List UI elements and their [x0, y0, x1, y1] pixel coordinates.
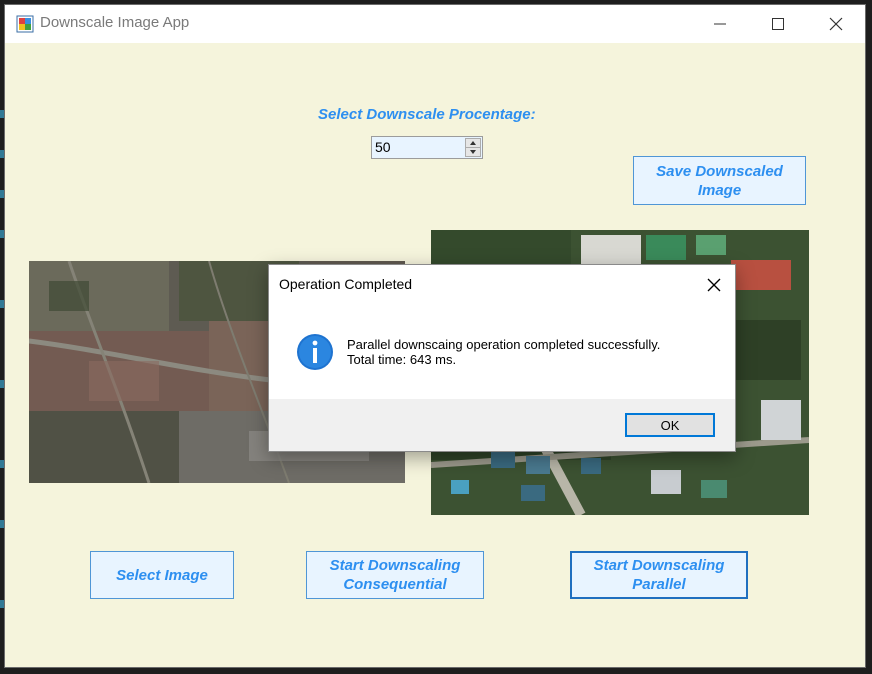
consequential-line2: Consequential [343, 576, 447, 593]
save-button-line1: Save Downscaled [656, 162, 783, 180]
window-title: Downscale Image App [40, 14, 190, 31]
save-downscaled-button[interactable]: Save Downscaled Image [633, 156, 806, 205]
ok-button[interactable]: OK [625, 413, 715, 437]
minimize-icon [714, 23, 726, 25]
minimize-button[interactable] [691, 5, 749, 43]
chevron-down-icon [470, 150, 476, 154]
dialog-message-line2: Total time: 643 ms. [347, 352, 457, 367]
maximize-button[interactable] [749, 5, 807, 43]
info-icon [297, 334, 333, 370]
parallel-line2: Parallel [632, 576, 686, 593]
percentage-stepper[interactable]: 50 [371, 136, 483, 159]
dialog-close-button[interactable] [701, 273, 727, 297]
dialog-footer: OK [269, 399, 735, 451]
parallel-line1: Start Downscaling [593, 557, 725, 574]
maximize-icon [772, 18, 784, 30]
dialog-message-line1: Parallel downscaing operation completed … [347, 337, 661, 352]
dialog-title: Operation Completed [279, 276, 413, 292]
stepper-down-button[interactable] [465, 147, 481, 157]
title-bar: Downscale Image App [5, 5, 865, 43]
close-icon [829, 17, 843, 31]
percentage-label: Select Downscale Procentage: [318, 106, 536, 123]
operation-completed-dialog: Operation Completed Parallel downscaing … [268, 264, 736, 452]
dialog-message: Parallel downscaing operation completed … [347, 337, 660, 367]
close-icon [707, 278, 721, 292]
start-consequential-button[interactable]: Start Downscaling Consequential [306, 551, 484, 599]
select-image-button[interactable]: Select Image [90, 551, 234, 599]
app-icon [16, 15, 34, 33]
percentage-value[interactable]: 50 [375, 139, 391, 155]
select-image-label: Select Image [116, 566, 208, 584]
consequential-line1: Start Downscaling [329, 557, 461, 574]
start-parallel-button[interactable]: Start Downscaling Parallel [570, 551, 748, 599]
save-button-line2: Image [697, 181, 742, 199]
close-button[interactable] [807, 5, 865, 43]
chevron-up-icon [470, 141, 476, 145]
